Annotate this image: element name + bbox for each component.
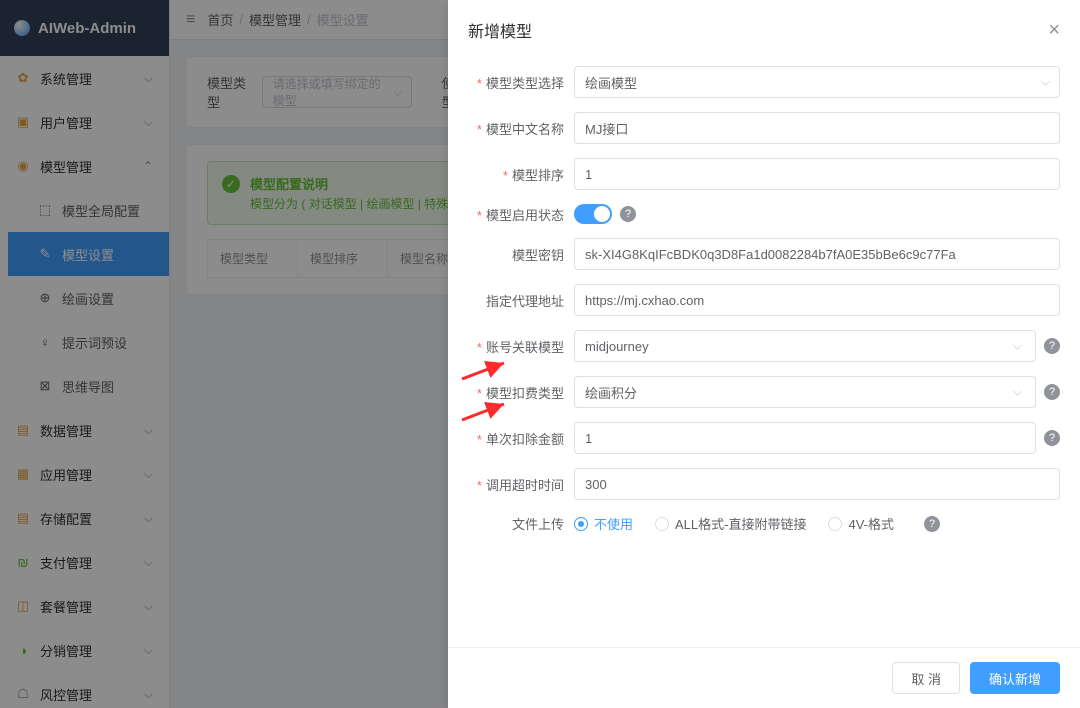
label-fee-type: *模型扣费类型 xyxy=(468,383,564,402)
confirm-button[interactable]: 确认新增 xyxy=(970,662,1060,694)
field-fee-amount[interactable] xyxy=(574,422,1036,454)
add-model-modal: 新增模型 × *模型类型选择 ⌵ *模型中文名称 *模型排序 *模型启用状态 xyxy=(448,0,1080,708)
chevron-down-icon: ⌵ xyxy=(1013,385,1022,400)
field-model-order[interactable] xyxy=(574,158,1060,190)
radio-upload-all[interactable]: ALL格式-直接附带链接 xyxy=(655,514,806,533)
help-icon[interactable]: ? xyxy=(1044,338,1060,354)
field-fee-type[interactable] xyxy=(574,376,1036,408)
label-model-name: *模型中文名称 xyxy=(468,119,564,138)
radio-dot-icon xyxy=(828,517,842,531)
field-proxy[interactable] xyxy=(574,284,1060,316)
radio-dot-icon xyxy=(574,517,588,531)
chevron-down-icon: ⌵ xyxy=(1013,339,1022,354)
label-proxy: 指定代理地址 xyxy=(468,291,564,310)
help-icon[interactable]: ? xyxy=(620,206,636,222)
label-upload: 文件上传 xyxy=(468,514,564,533)
radio-label: ALL格式-直接附带链接 xyxy=(675,514,806,533)
radio-label: 不使用 xyxy=(594,514,633,533)
radio-dot-icon xyxy=(655,517,669,531)
chevron-down-icon: ⌵ xyxy=(1041,75,1050,90)
label-model-type: *模型类型选择 xyxy=(468,73,564,92)
radio-upload-none[interactable]: 不使用 xyxy=(574,514,633,533)
label-model-order: *模型排序 xyxy=(468,165,564,184)
label-fee-amount: *单次扣除金额 xyxy=(468,429,564,448)
radio-upload-4v[interactable]: 4V-格式 xyxy=(828,514,894,533)
help-icon[interactable]: ? xyxy=(1044,430,1060,446)
field-timeout[interactable] xyxy=(574,468,1060,500)
cancel-button[interactable]: 取 消 xyxy=(892,662,960,694)
label-model-status: *模型启用状态 xyxy=(468,205,564,224)
field-account[interactable] xyxy=(574,330,1036,362)
label-timeout: *调用超时时间 xyxy=(468,475,564,494)
modal-header: 新增模型 × xyxy=(448,0,1080,60)
help-icon[interactable]: ? xyxy=(1044,384,1060,400)
modal-title: 新增模型 xyxy=(468,18,532,42)
radio-label: 4V-格式 xyxy=(848,514,894,533)
label-secret: 模型密钥 xyxy=(468,245,564,264)
field-secret[interactable] xyxy=(574,238,1060,270)
field-model-name[interactable] xyxy=(574,112,1060,144)
close-icon[interactable]: × xyxy=(1048,19,1060,42)
model-status-switch[interactable] xyxy=(574,204,612,224)
modal-footer: 取 消 确认新增 xyxy=(448,647,1080,708)
modal-body: *模型类型选择 ⌵ *模型中文名称 *模型排序 *模型启用状态 ? xyxy=(448,60,1080,647)
field-model-type[interactable] xyxy=(574,66,1060,98)
help-icon[interactable]: ? xyxy=(924,516,940,532)
label-account: *账号关联模型 xyxy=(468,337,564,356)
